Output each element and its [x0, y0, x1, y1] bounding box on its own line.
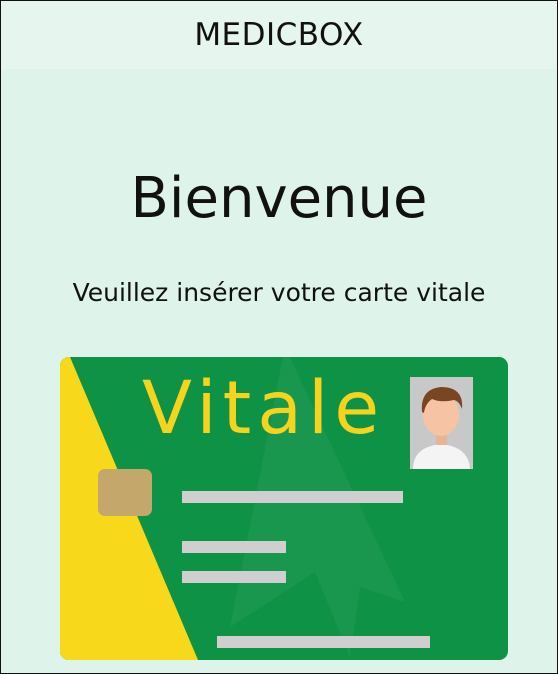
id-photo-icon [410, 377, 473, 469]
card-text-line [217, 636, 430, 648]
app-title: MEDICBOX [194, 17, 364, 53]
card-brand-text: Vitale [142, 366, 385, 451]
chip-icon [98, 469, 152, 516]
card-text-line [182, 571, 286, 583]
welcome-heading: Bienvenue [130, 166, 428, 231]
insert-card-instruction: Veuillez insérer votre carte vitale [72, 278, 486, 307]
carte-vitale-illustration: Vitale [60, 357, 508, 660]
app-screen: MEDICBOX Bienvenue Veuillez insérer votr… [0, 0, 558, 674]
card-text-line [182, 491, 403, 503]
app-header: MEDICBOX [1, 1, 557, 69]
card-text-line [182, 541, 286, 553]
